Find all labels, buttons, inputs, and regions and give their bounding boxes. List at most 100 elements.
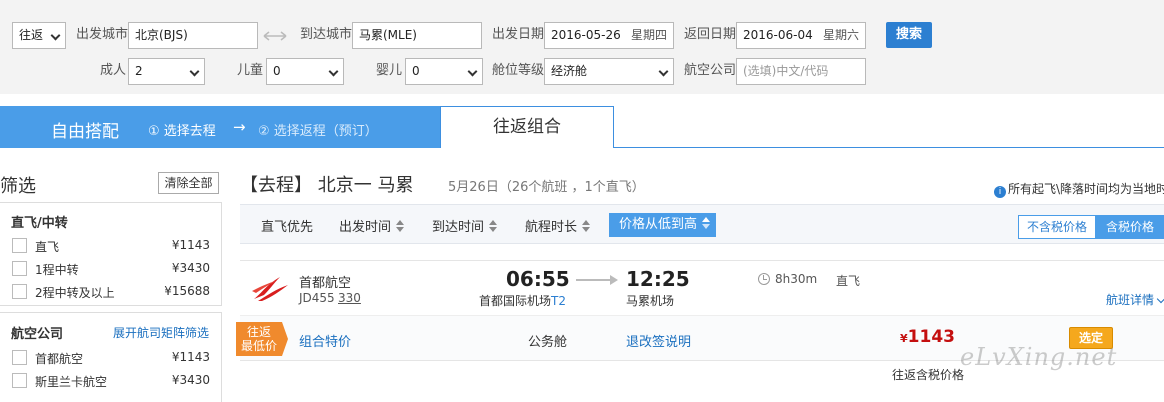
aircraft-type[interactable]: 330 [338, 291, 361, 305]
search-button[interactable]: 搜索 [886, 22, 932, 48]
sort-depart-time[interactable]: 出发时间 [339, 216, 405, 235]
sort-price-label: 价格从低到高 [619, 217, 698, 232]
tab-round-trip-combo[interactable]: 往返组合 [440, 106, 614, 148]
expand-airline-matrix-link[interactable]: 展开航司矩阵筛选 [113, 324, 209, 341]
infant-select[interactable]: 0 [405, 58, 483, 85]
lowest-price-badge: 往返 最低价 [236, 322, 288, 356]
sort-arrows-icon [489, 220, 498, 232]
sort-depart-time-label: 出发时间 [339, 220, 392, 235]
return-date-value: 2016-06-04 [743, 28, 813, 42]
depart-city-input[interactable]: 北京(BJS) [128, 22, 258, 49]
filter-option-label: 斯里兰卡航空 [35, 375, 108, 389]
depart-date-label: 出发日期 [492, 27, 545, 42]
chevron-down-icon [189, 66, 200, 77]
route-title: 【去程】 北京一 马累 [240, 175, 414, 196]
adult-select[interactable]: 2 [128, 58, 205, 85]
step-select-outbound: ① 选择去程 [148, 124, 216, 139]
price-currency: ¥ [900, 332, 908, 345]
arrival-time: 12:25 [626, 267, 690, 291]
stops-filter: 直飞/中转 直飞 ¥1143 1程中转 ¥3430 2程中转及以上 ¥15688 [0, 202, 222, 306]
chevron-down-icon [1156, 294, 1164, 304]
chevron-down-icon [328, 66, 339, 77]
filter-option-label: 2程中转及以上 [35, 286, 115, 300]
arrival-airport: 马累机场 [626, 294, 675, 308]
filter-option[interactable]: 斯里兰卡航空 ¥3430 [12, 372, 210, 390]
cabin-label: 舱位等级 [492, 63, 545, 78]
flight-number: JD455 [299, 291, 335, 305]
departure-time: 06:55 [506, 267, 570, 291]
trip-type-select[interactable]: 往返 [12, 22, 66, 49]
local-time-note-text: 所有起飞\降落时间均为当地时 [1008, 182, 1164, 196]
badge-line2: 最低价 [240, 339, 277, 353]
badge-line1: 往返 [246, 325, 271, 339]
round-trip-tax-note: 往返含税价格 [892, 368, 965, 382]
departure-airport: 首都国际机场T2 [479, 292, 566, 309]
trip-type-value: 往返 [19, 28, 44, 42]
fare-name-link[interactable]: 组合特价 [299, 331, 351, 350]
filter-option-price: ¥1143 [171, 238, 210, 252]
checkbox[interactable] [12, 238, 27, 253]
arrive-city-label: 到达城市 [300, 27, 353, 42]
chevron-down-icon [50, 30, 61, 41]
local-time-note: i 所有起飞\降落时间均为当地时 [994, 180, 1164, 198]
depart-date-input[interactable]: 2016-05-26 星期四 [544, 22, 674, 49]
sort-arrows-icon [582, 220, 591, 232]
flight-details-label: 航班详情 [1106, 293, 1155, 307]
step-arrow: → [233, 118, 246, 136]
airline-filter: 航空公司 展开航司矩阵筛选 首都航空 ¥1143 斯里兰卡航空 ¥3430 [0, 312, 222, 402]
return-date-input[interactable]: 2016-06-04 星期六 [736, 22, 866, 49]
checkbox[interactable] [12, 261, 27, 276]
filter-option-price: ¥3430 [171, 373, 210, 387]
tax-included-option[interactable]: 含税价格 [1095, 216, 1164, 238]
price-amount: 1143 [907, 327, 955, 347]
filter-option-label: 直飞 [35, 240, 60, 254]
filter-option-price: ¥15688 [164, 284, 210, 298]
checkbox[interactable] [12, 284, 27, 299]
filter-option[interactable]: 直飞 ¥1143 [12, 237, 210, 255]
route-subtitle: 5月26日（26个航班 ，1个直飞） [448, 180, 645, 195]
sort-duration[interactable]: 航程时长 [525, 216, 591, 235]
filter-option-label: 1程中转 [35, 263, 79, 277]
arrive-city-input[interactable]: 马累(MLE) [352, 22, 482, 49]
checkbox[interactable] [12, 373, 27, 388]
sort-arrows-icon [396, 220, 405, 232]
filter-option[interactable]: 1程中转 ¥3430 [12, 260, 210, 278]
filter-option[interactable]: 首都航空 ¥1143 [12, 349, 210, 367]
child-label: 儿童 [237, 63, 264, 78]
depart-weekday: 星期四 [630, 28, 667, 42]
filter-option[interactable]: 2程中转及以上 ¥15688 [12, 283, 210, 301]
departure-airport-name: 首都国际机场 [479, 294, 552, 308]
clear-all-button[interactable]: 清除全部 [158, 172, 219, 194]
cabin-select[interactable]: 经济舱 [544, 58, 674, 85]
fare-cabin: 公务舱 [528, 335, 568, 350]
sort-price-low-high[interactable]: 价格从低到高 [609, 213, 716, 237]
step-select-return: ② 选择返程（预订） [258, 124, 378, 139]
swap-icon[interactable] [262, 29, 288, 43]
tax-excluded-option[interactable]: 不含税价格 [1019, 216, 1095, 238]
sort-bar: 直飞优先 出发时间 到达时间 航程时长 价格从低到高 不含税价格 含税价格 [240, 204, 1164, 244]
airline-label: 航空公司 [684, 63, 737, 78]
stops-filter-heading: 直飞/中转 [11, 216, 68, 231]
adult-label: 成人 [100, 63, 127, 78]
infant-value: 0 [412, 64, 420, 78]
airline-logo [250, 273, 290, 303]
sort-duration-label: 航程时长 [525, 220, 578, 235]
airline-filter-heading: 航空公司 [11, 327, 64, 342]
child-select[interactable]: 0 [266, 58, 344, 85]
sort-arrive-time-label: 到达时间 [432, 220, 485, 235]
airline-input[interactable]: (选填)中文/代码 [736, 58, 866, 85]
search-panel: 往返 出发城市 北京(BJS) 到达城市 马累(MLE) 出发日期 2016-0… [0, 0, 1164, 94]
sort-arrows-icon [702, 217, 711, 229]
sort-direct-first[interactable]: 直飞优先 [261, 216, 313, 235]
filter-title: 筛选 [0, 176, 36, 197]
flight-details-link[interactable]: 航班详情 [1106, 291, 1164, 308]
sort-arrive-time[interactable]: 到达时间 [432, 216, 498, 235]
tab-free-combo[interactable]: 自由搭配 ① 选择去程 → ② 选择返程（预订） [0, 106, 440, 148]
change-refund-rules-link[interactable]: 退改签说明 [626, 331, 691, 350]
direct-tag: 直飞 [836, 274, 861, 288]
flight-card: 首都航空 JD455 330 06:55 首都国际机场T2 12:25 马累机场… [236, 260, 1164, 394]
filter-option-price: ¥1143 [171, 350, 210, 364]
clock-icon [758, 273, 770, 285]
checkbox[interactable] [12, 350, 27, 365]
return-date-label: 返回日期 [684, 27, 737, 42]
